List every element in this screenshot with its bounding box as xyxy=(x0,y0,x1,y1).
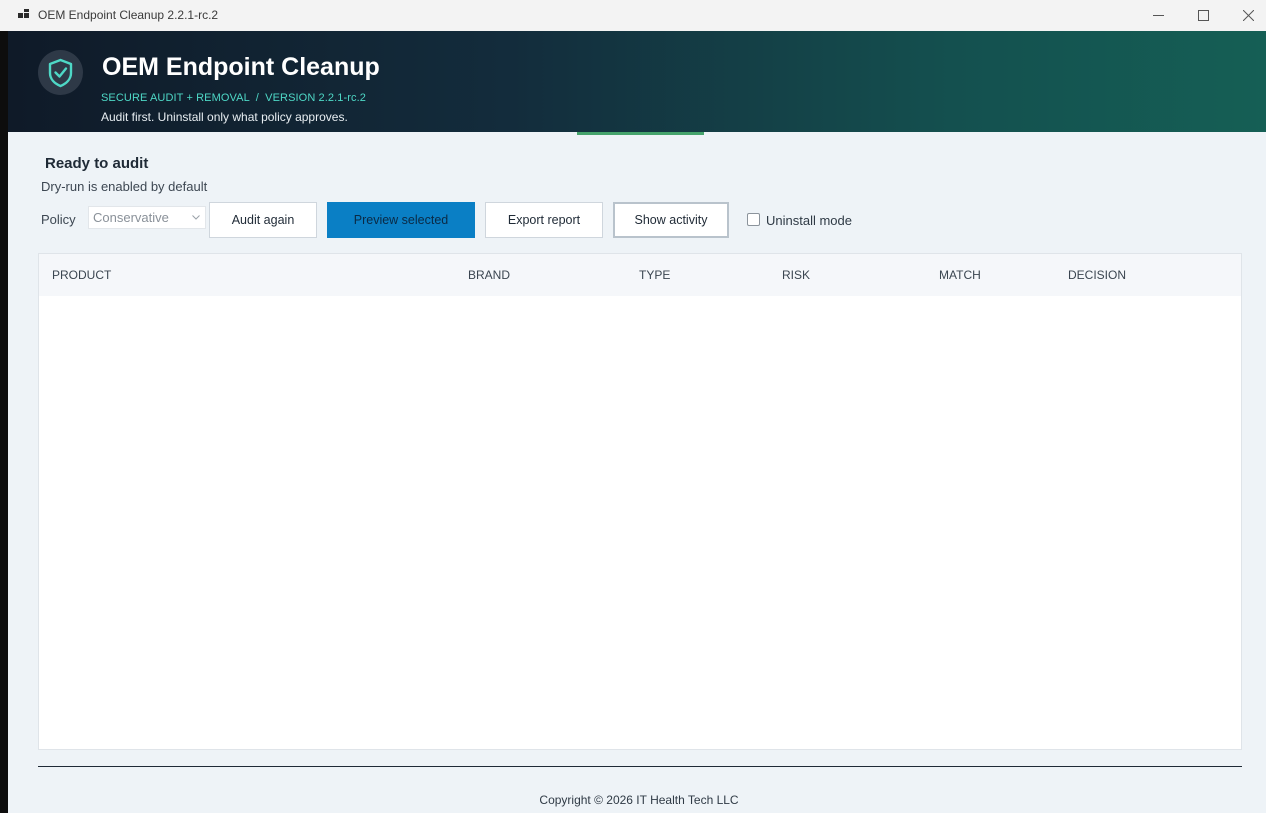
app-subtitle: SECURE AUDIT + REMOVAL / VERSION 2.2.1-r… xyxy=(101,92,367,104)
column-header-brand[interactable]: BRAND xyxy=(468,268,510,282)
app-tagline: Audit first. Uninstall only what policy … xyxy=(101,110,348,124)
maximize-icon xyxy=(1197,10,1209,21)
export-report-button[interactable]: Export report xyxy=(485,202,603,238)
logo xyxy=(38,50,83,95)
chevron-down-icon xyxy=(192,215,200,220)
minimize-button[interactable] xyxy=(1135,0,1181,31)
maximize-button[interactable] xyxy=(1180,0,1226,31)
minimize-icon xyxy=(1152,15,1164,16)
uninstall-mode-label[interactable]: Uninstall mode xyxy=(766,213,852,228)
policy-select-value: Conservative xyxy=(93,210,169,225)
app-header: OEM Endpoint Cleanup SECURE AUDIT + REMO… xyxy=(8,31,1266,132)
app-window-icon xyxy=(18,9,30,21)
preview-selected-button[interactable]: Preview selected xyxy=(327,202,475,238)
close-button[interactable] xyxy=(1225,0,1266,31)
column-header-match[interactable]: MATCH xyxy=(939,268,981,282)
progress-accent-bar xyxy=(577,132,704,135)
table-header: PRODUCT BRAND TYPE RISK MATCH DECISION xyxy=(39,254,1241,296)
shield-check-icon xyxy=(48,58,73,88)
app-title: OEM Endpoint Cleanup xyxy=(102,53,380,81)
copyright-text: Copyright © 2026 IT Health Tech LLC xyxy=(539,793,739,807)
column-header-risk[interactable]: RISK xyxy=(782,268,810,282)
column-header-type[interactable]: TYPE xyxy=(639,268,670,282)
column-header-product[interactable]: PRODUCT xyxy=(52,268,111,282)
close-icon xyxy=(1242,10,1254,21)
status-subtitle: Dry-run is enabled by default xyxy=(41,179,208,194)
policy-select[interactable]: Conservative xyxy=(88,206,206,229)
column-header-decision[interactable]: DECISION xyxy=(1068,268,1126,282)
show-activity-button[interactable]: Show activity xyxy=(613,202,729,238)
uninstall-mode-checkbox[interactable] xyxy=(747,213,760,226)
window-left-edge xyxy=(0,31,8,813)
app-window: OEM Endpoint Cleanup 2.2.1-rc.2 OEM Endp… xyxy=(0,0,1266,813)
footer-divider xyxy=(38,766,1242,767)
audit-again-button[interactable]: Audit again xyxy=(209,202,317,238)
products-table: PRODUCT BRAND TYPE RISK MATCH DECISION xyxy=(38,253,1242,750)
status-title: Ready to audit xyxy=(45,155,149,172)
policy-label: Policy xyxy=(41,212,76,227)
title-bar: OEM Endpoint Cleanup 2.2.1-rc.2 xyxy=(0,0,1266,31)
window-title: OEM Endpoint Cleanup 2.2.1-rc.2 xyxy=(38,8,219,22)
